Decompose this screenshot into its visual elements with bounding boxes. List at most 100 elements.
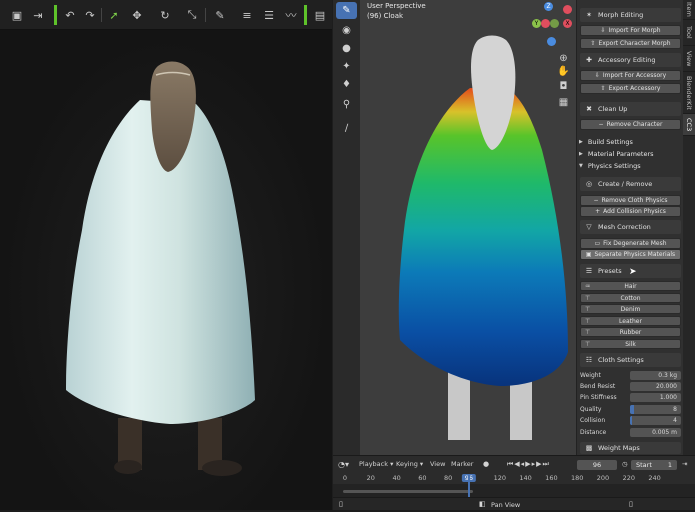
separate-physics-materials-button[interactable]: ▣ Separate Physics Materials: [580, 249, 681, 260]
clone-brush-icon[interactable]: ♦: [336, 76, 357, 93]
quality-slider[interactable]: 8: [630, 405, 681, 414]
playback-controls[interactable]: ⏮◀◂▶▸▶⏭: [507, 460, 550, 469]
hair-curve-icon[interactable]: 〰: [283, 7, 299, 23]
mouse-left-icon: ▯: [339, 500, 343, 508]
export-accessory-button[interactable]: ⇧ Export Accessory: [580, 83, 681, 94]
keying-menu[interactable]: Keying ▾: [396, 460, 423, 468]
timeline-tick-label: 240: [648, 474, 661, 482]
preset-denim-button[interactable]: ⊤ Denim: [580, 304, 681, 314]
accessory-icon: ✚: [586, 56, 592, 64]
quality-slider-fill: [630, 405, 635, 414]
pin-stiffness-field[interactable]: 1.000: [630, 393, 681, 402]
preset-rubber-button[interactable]: ⊤ Rubber: [580, 327, 681, 337]
collision-row: Collision 4: [580, 416, 681, 426]
draw-brush-icon[interactable]: ✎: [336, 2, 357, 19]
3d-viewport[interactable]: User Perspective (96) Cloak Z Y X ⊕ ✋ ◘ …: [360, 0, 576, 455]
bend-resist-field[interactable]: 20.000: [630, 382, 681, 391]
playback-menu[interactable]: Playback ▾: [359, 460, 393, 468]
render-region-icon[interactable]: ⇥: [30, 7, 46, 23]
line-tool-icon[interactable]: ∕: [336, 120, 357, 137]
scale-icon[interactable]: ⤡: [184, 7, 200, 23]
rendered-viewport[interactable]: [0, 30, 332, 510]
remove-cloth-physics-button[interactable]: − Remove Cloth Physics: [580, 195, 681, 206]
undo-icon[interactable]: ↶: [62, 7, 78, 23]
material-parameters-subpanel[interactable]: ▶ Material Parameters: [579, 148, 681, 159]
preset-silk-button[interactable]: ⊤ Silk: [580, 339, 681, 349]
collision-slider[interactable]: 4: [630, 416, 681, 425]
import-icon: ⇩: [600, 27, 606, 34]
trash-icon: ✖: [586, 105, 592, 113]
eraser-icon[interactable]: ✎: [212, 7, 228, 23]
timeline-tick-label: 80: [444, 474, 453, 482]
tab-view[interactable]: View: [683, 46, 695, 72]
align-left-icon[interactable]: ≡: [239, 7, 255, 23]
tab-item[interactable]: Item: [683, 0, 695, 20]
eyedropper-icon[interactable]: ⚲: [336, 96, 357, 113]
build-settings-subpanel[interactable]: ▶ Build Settings: [579, 136, 681, 147]
timeline-tick-label: 40: [392, 474, 401, 482]
weight-row: Weight 0.3 kg: [580, 371, 681, 381]
preset-hair-button[interactable]: ♒ Hair: [580, 281, 681, 291]
current-frame-field[interactable]: 96: [577, 460, 617, 470]
timeline-editor-type-icon[interactable]: ◔▾: [338, 460, 349, 469]
shirt-icon: ⊤: [585, 305, 591, 313]
tab-tool[interactable]: Tool: [683, 20, 695, 46]
marker-menu[interactable]: Marker: [451, 460, 473, 468]
export-character-morph-button[interactable]: ⇧ Export Character Morph: [580, 38, 681, 49]
blur-brush-icon[interactable]: ●: [336, 40, 357, 57]
timeline-tick-label: 220: [622, 474, 636, 482]
fix-degenerate-mesh-button[interactable]: ▭ Fix Degenerate Mesh: [580, 238, 681, 249]
move-icon[interactable]: ✥: [129, 7, 145, 23]
select-cursor-icon[interactable]: ➚: [106, 7, 122, 23]
preset-cotton-button[interactable]: ⊤ Cotton: [580, 293, 681, 303]
add-collision-physics-button[interactable]: + Add Collision Physics: [580, 206, 681, 217]
sidebar-tabs: Item Tool View BlenderKit CC3: [683, 0, 695, 455]
redo-icon[interactable]: ↷: [82, 7, 98, 23]
record-icon[interactable]: ●: [483, 460, 489, 468]
layout-icon[interactable]: ▤: [312, 7, 328, 23]
export-icon: ⇧: [600, 85, 606, 92]
distance-field[interactable]: 0.005 m: [630, 428, 681, 437]
timeline-tick-label: 0: [342, 474, 348, 482]
align-center-icon[interactable]: ☰: [261, 7, 277, 23]
collision-slider-fill: [630, 416, 633, 425]
physics-icon: ◎: [585, 180, 593, 188]
clean-up-header: ✖ Clean Up: [580, 102, 681, 116]
timeline-tick-label: 180: [570, 474, 584, 482]
start-frame-field[interactable]: Start 1: [631, 460, 677, 470]
tab-blenderkit[interactable]: BlenderKit: [683, 72, 695, 114]
remove-character-button[interactable]: − Remove Character: [580, 119, 681, 130]
timeline-tick-label: 120: [493, 474, 507, 482]
weight-maps-header: ▩ Weight Maps: [580, 442, 681, 454]
accessory-editing-header: ✚ Accessory Editing: [580, 53, 681, 67]
weight-field[interactable]: 0.3 kg: [630, 371, 681, 380]
view-menu[interactable]: View: [430, 460, 445, 468]
physics-settings-subpanel[interactable]: ▼ Physics Settings: [579, 160, 681, 171]
remove-icon: −: [598, 121, 604, 128]
rotate-icon[interactable]: ↻: [157, 7, 173, 23]
clock-icon[interactable]: ◷: [622, 460, 628, 468]
shirt-icon: ⊤: [585, 294, 591, 302]
preset-leather-button[interactable]: ⊤ Leather: [580, 316, 681, 326]
import-for-morph-button[interactable]: ⇩ Import For Morph: [580, 25, 681, 36]
image-editor-icon[interactable]: ▣: [9, 7, 25, 23]
toolbar-separator: [304, 5, 307, 25]
range-end-icon[interactable]: ⇥: [682, 460, 687, 468]
settings-sliders-icon: ☷: [585, 356, 593, 364]
cloth-settings-header: ☷ Cloth Settings: [580, 353, 681, 367]
pan-view-hint: Pan View: [491, 501, 521, 509]
playhead-line[interactable]: [467, 474, 470, 498]
weight-map-icon: ▩: [585, 444, 593, 452]
morph-icon: ✶: [586, 11, 592, 19]
quality-row: Quality 8: [580, 405, 681, 415]
cc3-sidebar-panel: ✶ Morph Editing ⇩ Import For Morph ⇧ Export…: [576, 0, 683, 455]
smooth-brush-icon[interactable]: ◉: [336, 22, 357, 39]
smear-brush-icon[interactable]: ✦: [336, 58, 357, 75]
separate-icon: ▣: [585, 251, 592, 258]
import-for-accessory-button[interactable]: ⇩ Import For Accessory: [580, 70, 681, 81]
expanded-triangle-icon: ▼: [579, 162, 583, 169]
timeline-scrollbar[interactable]: [343, 490, 473, 493]
morph-editing-header: ✶ Morph Editing: [580, 8, 681, 22]
tab-cc3[interactable]: CC3: [683, 114, 695, 136]
timeline-tick-label: 140: [519, 474, 532, 482]
